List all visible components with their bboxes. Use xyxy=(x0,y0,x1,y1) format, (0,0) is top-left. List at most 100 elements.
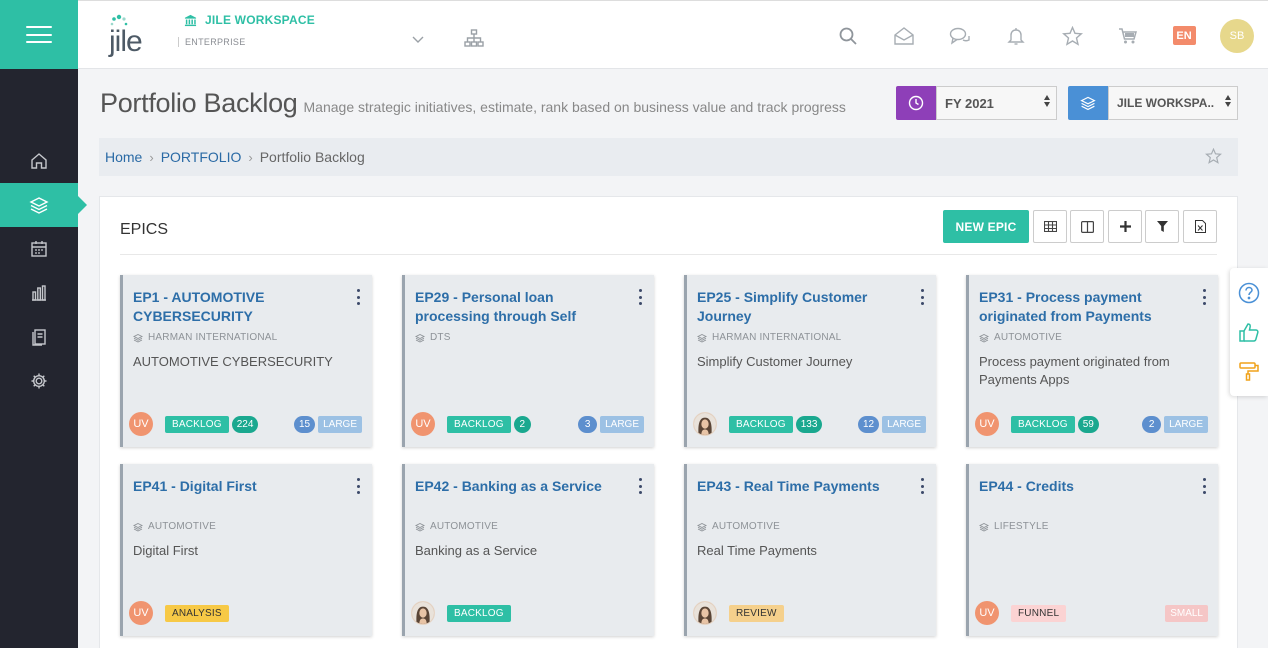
owner-avatar-photo[interactable] xyxy=(411,601,435,625)
hierarchy-icon[interactable] xyxy=(464,29,484,52)
svg-text:jile: jile xyxy=(108,25,142,58)
epic-org: AUTOMOTIVE xyxy=(697,521,780,532)
add-button[interactable] xyxy=(1108,210,1142,243)
epic-card[interactable]: EP29 - Personal loan processing through … xyxy=(402,275,654,447)
epic-card[interactable]: EP25 - Simplify Customer Journey HARMAN … xyxy=(684,275,936,447)
sidebar-item-reports[interactable] xyxy=(0,271,78,315)
card-menu-icon[interactable] xyxy=(917,289,927,305)
epic-title[interactable]: EP25 - Simplify Customer Journey xyxy=(697,288,912,326)
breadcrumb-home[interactable]: Home xyxy=(105,149,142,165)
owner-avatar[interactable]: UV xyxy=(975,601,999,625)
workspace-select[interactable]: JILE WORKSPA.. xyxy=(1108,86,1238,120)
card-menu-icon[interactable] xyxy=(1199,289,1209,305)
epic-footer: BACKLOG xyxy=(411,600,644,626)
points-badge: 3 xyxy=(578,415,598,433)
search-button[interactable] xyxy=(820,26,876,46)
count-badge: 2 xyxy=(513,415,531,433)
card-menu-icon[interactable] xyxy=(353,289,363,305)
owner-avatar-photo[interactable] xyxy=(693,601,717,625)
add-icon xyxy=(1119,221,1131,232)
notifications-button[interactable] xyxy=(988,26,1044,46)
owner-avatar[interactable]: UV xyxy=(411,412,435,436)
epic-title[interactable]: EP1 - AUTOMOTIVE CYBERSECURITY xyxy=(133,288,348,326)
epic-title[interactable]: EP43 - Real Time Payments xyxy=(697,477,912,496)
paint-roller-icon xyxy=(1239,361,1259,381)
help-icon xyxy=(1238,283,1260,304)
star-icon xyxy=(1061,25,1083,46)
sidebar-item-portfolio[interactable] xyxy=(0,183,87,227)
user-avatar[interactable]: SB xyxy=(1220,18,1254,53)
epic-org: AUTOMOTIVE xyxy=(133,521,216,532)
page-title: Portfolio Backlog xyxy=(100,88,298,118)
epic-title[interactable]: EP41 - Digital First xyxy=(133,477,348,496)
panel-title: EPICS xyxy=(120,221,169,238)
card-menu-icon[interactable] xyxy=(353,478,363,494)
layers-icon xyxy=(979,522,989,532)
grid-view-icon xyxy=(1043,221,1057,232)
language-button[interactable]: EN xyxy=(1156,26,1212,45)
clock-icon xyxy=(896,86,936,120)
card-menu-icon[interactable] xyxy=(1199,478,1209,494)
breadcrumb: Home › PORTFOLIO › Portfolio Backlog xyxy=(99,138,1238,176)
epic-title[interactable]: EP29 - Personal loan processing through … xyxy=(415,288,630,326)
epic-title[interactable]: EP31 - Process payment originated from P… xyxy=(979,288,1194,326)
breadcrumb-portfolio[interactable]: PORTFOLIO xyxy=(161,149,242,165)
epic-card[interactable]: EP43 - Real Time Payments AUTOMOTIVE Rea… xyxy=(684,464,936,636)
new-epic-button[interactable]: NEW EPIC xyxy=(943,210,1029,243)
owner-avatar-photo[interactable] xyxy=(693,412,717,436)
menu-toggle-button[interactable] xyxy=(0,0,78,69)
owner-avatar[interactable]: UV xyxy=(129,601,153,625)
owner-avatar[interactable]: UV xyxy=(129,412,153,436)
epic-card[interactable]: EP31 - Process payment originated from P… xyxy=(966,275,1218,447)
cart-button[interactable] xyxy=(1100,26,1156,46)
epic-title[interactable]: EP42 - Banking as a Service xyxy=(415,477,630,496)
favorites-button[interactable] xyxy=(1044,25,1100,46)
sidebar-item-home[interactable] xyxy=(0,139,78,183)
layers-icon xyxy=(133,522,143,532)
epic-card[interactable]: EP44 - Credits LIFESTYLE UV FUNNEL SMALL xyxy=(966,464,1218,636)
layers-icon xyxy=(697,333,707,343)
theme-button[interactable] xyxy=(1238,360,1260,382)
card-menu-icon[interactable] xyxy=(917,478,927,494)
help-button[interactable] xyxy=(1238,282,1260,304)
export-excel-button[interactable] xyxy=(1183,210,1217,243)
status-badge: BACKLOG xyxy=(1011,415,1075,433)
language-badge: EN xyxy=(1172,26,1196,45)
status-badge: REVIEW xyxy=(729,604,784,622)
owner-avatar[interactable]: UV xyxy=(975,412,999,436)
sidebar-item-calendar[interactable] xyxy=(0,227,78,271)
epic-footer: UV BACKLOG 59 2 LARGE xyxy=(975,411,1208,437)
layers-icon xyxy=(979,333,989,343)
count-badge: 59 xyxy=(1077,415,1099,433)
hamburger-icon xyxy=(26,26,52,43)
card-menu-icon[interactable] xyxy=(635,478,645,494)
inbox-button[interactable] xyxy=(876,26,932,46)
chevron-down-icon[interactable] xyxy=(412,31,424,49)
jile-logo[interactable]: jile xyxy=(106,13,162,59)
bookmark-star-icon[interactable] xyxy=(1204,147,1223,167)
workspace-switcher[interactable]: JILE WORKSPACE ENTERPRISE xyxy=(178,13,315,47)
epic-card[interactable]: EP41 - Digital First AUTOMOTIVE Digital … xyxy=(120,464,372,636)
sidebar-item-settings[interactable] xyxy=(0,359,78,403)
card-menu-icon[interactable] xyxy=(635,289,645,305)
epic-description: Digital First xyxy=(133,543,199,558)
epic-title[interactable]: EP44 - Credits xyxy=(979,477,1194,496)
chat-button[interactable] xyxy=(932,26,988,46)
breadcrumb-current: Portfolio Backlog xyxy=(259,149,365,165)
size-badge: LARGE xyxy=(882,415,926,433)
epic-org: AUTOMOTIVE xyxy=(415,521,498,532)
size-badge: LARGE xyxy=(600,415,644,433)
fiscal-year-select[interactable]: FY 2021 xyxy=(936,86,1057,120)
filter-button[interactable] xyxy=(1145,210,1179,243)
epic-card[interactable]: EP1 - AUTOMOTIVE CYBERSECURITY HARMAN IN… xyxy=(120,275,372,447)
grid-view-button[interactable] xyxy=(1033,210,1067,243)
home-icon xyxy=(31,153,47,169)
sidebar-item-documents[interactable] xyxy=(0,315,78,359)
epic-card[interactable]: EP42 - Banking as a Service AUTOMOTIVE B… xyxy=(402,464,654,636)
epic-footer: UV FUNNEL SMALL xyxy=(975,600,1208,626)
status-badge: ANALYSIS xyxy=(165,604,229,622)
inbox-icon xyxy=(894,26,914,45)
split-view-button[interactable] xyxy=(1070,210,1104,243)
feedback-button[interactable] xyxy=(1238,321,1260,343)
workspace-name: JILE WORKSPACE xyxy=(205,13,315,27)
